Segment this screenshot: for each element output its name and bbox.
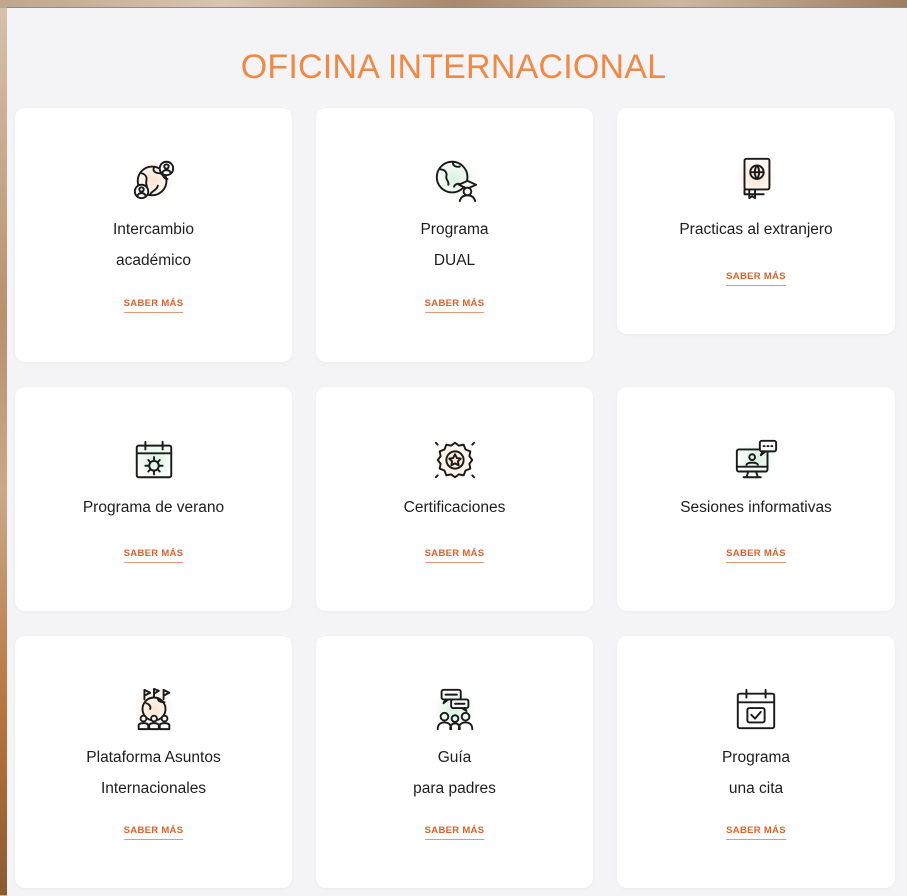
card-label: Programa de verano — [82, 499, 225, 516]
parents-chat-icon — [428, 682, 482, 736]
card-sesiones[interactable]: Sesiones informativas SABER MÁS — [617, 387, 895, 611]
saber-mas-link[interactable]: SABER MÁS — [424, 825, 485, 840]
card-label: Plataforma Asuntos Internacionales — [86, 749, 221, 797]
saber-mas-link[interactable]: SABER MÁS — [123, 825, 184, 840]
saber-mas-link[interactable]: SABER MÁS — [424, 298, 485, 313]
saber-mas-link[interactable]: SABER MÁS — [123, 548, 184, 563]
globe-people-icon — [127, 152, 181, 206]
card-label: Guía para padres — [413, 749, 496, 797]
card-guia-padres[interactable]: Guía para padres SABER MÁS — [316, 636, 593, 888]
card-certificaciones[interactable]: Certificaciones SABER MÁS — [316, 387, 593, 611]
card-label: Practicas al extranjero — [679, 221, 833, 238]
card-label: Programa DUAL — [420, 221, 489, 269]
card-label: Programa una cita — [721, 749, 791, 797]
monitor-chat-icon — [729, 433, 783, 487]
saber-mas-link[interactable]: SABER MÁS — [726, 548, 786, 563]
saber-mas-link[interactable]: SABER MÁS — [726, 825, 786, 840]
globe-flags-people-icon — [127, 682, 181, 736]
card-programa-cita[interactable]: Programa una cita SABER MÁS — [617, 636, 895, 888]
saber-mas-link[interactable]: SABER MÁS — [424, 548, 485, 563]
calendar-check-icon — [729, 682, 783, 736]
card-programa-dual[interactable]: Programa DUAL SABER MÁS — [316, 108, 593, 362]
card-label: Intercambio académico — [113, 221, 194, 269]
passport-book-icon — [729, 150, 783, 204]
card-label: Sesiones informativas — [680, 499, 832, 516]
calendar-sun-icon — [127, 433, 181, 487]
award-badge-icon — [428, 433, 482, 487]
card-verano[interactable]: Programa de verano SABER MÁS — [15, 387, 292, 611]
card-intercambio[interactable]: Intercambio académico SABER MÁS — [15, 108, 292, 362]
saber-mas-link[interactable]: SABER MÁS — [726, 271, 786, 286]
globe-graduate-icon — [428, 152, 482, 206]
page-title: OFICINA INTERNACIONAL — [240, 48, 667, 86]
card-label: Certificaciones — [403, 499, 506, 516]
saber-mas-link[interactable]: SABER MÁS — [123, 298, 184, 313]
card-practicas[interactable]: Practicas al extranjero SABER MÁS — [617, 108, 895, 334]
card-plataforma[interactable]: Plataforma Asuntos Internacionales SABER … — [15, 636, 292, 888]
